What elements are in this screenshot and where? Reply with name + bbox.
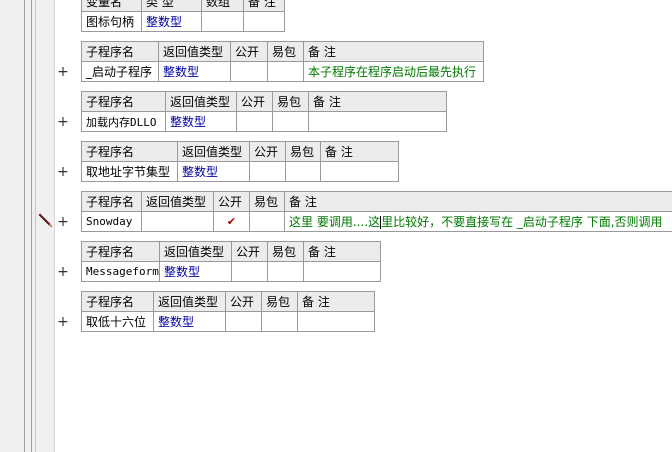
- easy-cell[interactable]: [261, 311, 298, 332]
- easy-cell[interactable]: [267, 61, 304, 82]
- return-type-cell[interactable]: 整数型: [159, 261, 232, 282]
- variable-table: 变量名 类 型 数组 备 注 图标句柄 整数型: [81, 0, 285, 32]
- note-cell[interactable]: 这里 要调用....这里比较好，不要直接写在 _启动子程序 下面,否则调用: [284, 211, 672, 232]
- subroutine-table-3: 子程序名 返回值类型 公开 易包 备 注 取地址字节集型 整数型: [81, 141, 399, 182]
- pencil-icon: [38, 213, 53, 228]
- col-header-public: 公开: [231, 241, 268, 262]
- gutter-divider: [35, 0, 36, 452]
- sub-name-cell[interactable]: Messageform: [81, 261, 160, 282]
- col-header-sub-name: 子程序名: [81, 291, 154, 312]
- plus-icon[interactable]: +: [56, 215, 70, 229]
- var-note-cell[interactable]: [243, 11, 285, 32]
- subroutine-table-2: 子程序名 返回值类型 公开 易包 备 注 加载内存DLLO 整数型: [81, 91, 447, 132]
- var-name-cell[interactable]: 图标句柄: [81, 11, 142, 32]
- note-cell[interactable]: [308, 111, 447, 132]
- col-header-note: 备 注: [320, 141, 399, 162]
- plus-icon[interactable]: +: [56, 315, 70, 329]
- easy-cell[interactable]: [249, 211, 285, 232]
- public-cell[interactable]: [230, 61, 268, 82]
- gutter-divider: [24, 0, 25, 452]
- sub-name-cell[interactable]: 取低十六位: [81, 311, 154, 332]
- col-header-return-type: 返回值类型: [177, 141, 250, 162]
- col-header-sub-name: 子程序名: [81, 241, 160, 262]
- sub-name-cell[interactable]: Snowday: [81, 211, 142, 232]
- col-header-sub-name: 子程序名: [81, 91, 166, 112]
- plus-icon[interactable]: +: [56, 115, 70, 129]
- return-type-cell[interactable]: 整数型: [165, 111, 237, 132]
- return-type-cell[interactable]: 整数型: [177, 161, 250, 182]
- plus-icon[interactable]: +: [56, 65, 70, 79]
- col-header-public: 公开: [213, 191, 250, 212]
- check-icon: ✔: [226, 215, 237, 228]
- sub-name-cell[interactable]: 加载内存DLLO: [81, 111, 166, 132]
- col-header-return-type: 返回值类型: [153, 291, 226, 312]
- gutter-divider: [31, 0, 32, 452]
- return-type-cell[interactable]: [141, 211, 214, 232]
- var-array-cell[interactable]: [201, 11, 244, 32]
- gutter-divider: [54, 0, 55, 452]
- col-header-note: 备 注: [297, 291, 375, 312]
- col-header-return-type: 返回值类型: [159, 241, 232, 262]
- easy-cell[interactable]: [285, 161, 321, 182]
- note-cell[interactable]: 本子程序在程序启动后最先执行: [303, 61, 484, 82]
- subroutine-table-6: 子程序名 返回值类型 公开 易包 备 注 取低十六位 整数型: [81, 291, 375, 332]
- col-header-easy: 易包: [267, 241, 304, 262]
- col-header-return-type: 返回值类型: [158, 41, 231, 62]
- sub-name-cell[interactable]: _启动子程序: [81, 61, 159, 82]
- public-cell[interactable]: [225, 311, 262, 332]
- sub-name-cell[interactable]: 取地址字节集型: [81, 161, 178, 182]
- col-header-note: 备 注: [308, 91, 447, 112]
- return-type-cell[interactable]: 整数型: [158, 61, 231, 82]
- public-cell[interactable]: [236, 111, 273, 132]
- col-header-public: 公开: [225, 291, 262, 312]
- col-header-public: 公开: [249, 141, 286, 162]
- col-header-easy: 易包: [261, 291, 298, 312]
- return-type-cell[interactable]: 整数型: [153, 311, 226, 332]
- var-type-cell[interactable]: 整数型: [141, 11, 202, 32]
- col-header-return-type: 返回值类型: [141, 191, 214, 212]
- col-header-easy: 易包: [249, 191, 285, 212]
- col-header-sub-name: 子程序名: [81, 41, 159, 62]
- subroutine-table-4: 子程序名 返回值类型 公开 易包 备 注 Snowday ✔ 这里 要调用...…: [81, 191, 672, 232]
- col-header-sub-name: 子程序名: [81, 141, 178, 162]
- col-header-public: 公开: [230, 41, 268, 62]
- public-cell[interactable]: [249, 161, 286, 182]
- col-header-var-name: 变量名: [81, 0, 142, 12]
- col-header-easy: 易包: [267, 41, 304, 62]
- note-text-before-caret: 这里 要调用....这: [289, 215, 381, 229]
- plus-icon[interactable]: +: [56, 265, 70, 279]
- col-header-return-type: 返回值类型: [165, 91, 237, 112]
- col-header-note: 备 注: [303, 41, 484, 62]
- col-header-public: 公开: [236, 91, 273, 112]
- note-text-after-caret: 里比较好，不要直接写在 _启动子程序 下面,否则调用: [381, 215, 663, 229]
- col-header-sub-name: 子程序名: [81, 191, 142, 212]
- col-header-note: 备 注: [243, 0, 285, 12]
- subroutine-table-1: 子程序名 返回值类型 公开 易包 备 注 _启动子程序 整数型 本子程序在程序启…: [81, 41, 484, 82]
- col-header-easy: 易包: [285, 141, 321, 162]
- note-cell[interactable]: [303, 261, 381, 282]
- public-cell[interactable]: ✔: [213, 211, 250, 232]
- col-header-note: 备 注: [303, 241, 381, 262]
- subroutine-table-5: 子程序名 返回值类型 公开 易包 备 注 Messageform 整数型: [81, 241, 381, 282]
- note-cell[interactable]: [320, 161, 399, 182]
- col-header-note: 备 注: [284, 191, 672, 212]
- plus-icon[interactable]: +: [56, 165, 70, 179]
- note-cell[interactable]: [297, 311, 375, 332]
- public-cell[interactable]: [231, 261, 268, 282]
- easy-cell[interactable]: [272, 111, 309, 132]
- easy-cell[interactable]: [267, 261, 304, 282]
- col-header-type: 类 型: [141, 0, 202, 12]
- col-header-easy: 易包: [272, 91, 309, 112]
- col-header-array: 数组: [201, 0, 244, 12]
